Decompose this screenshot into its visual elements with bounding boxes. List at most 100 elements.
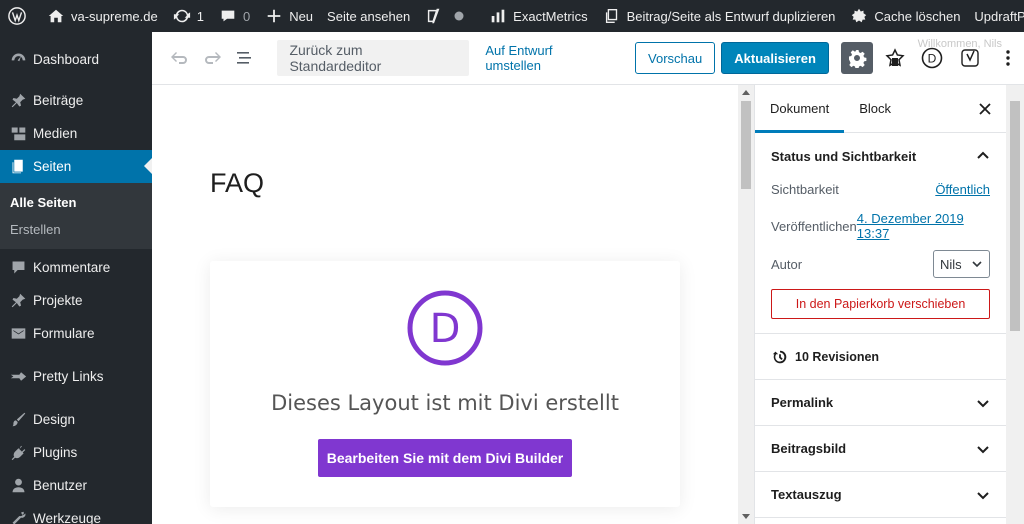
media-icon [8, 124, 28, 144]
author-row: Autor Nils [755, 249, 1006, 279]
exactmetrics-link[interactable]: ExactMetrics [481, 0, 594, 32]
cache-icon [849, 6, 869, 26]
menu-design[interactable]: Design [0, 403, 152, 436]
revisions-link[interactable]: 10 Revisionen [755, 334, 1006, 380]
menu-medien[interactable]: Medien [0, 117, 152, 150]
site-name-link[interactable]: va-supreme.de [39, 0, 165, 32]
star-pin-button[interactable] [879, 42, 911, 74]
post-title[interactable]: FAQ [210, 168, 264, 199]
menu-plugins[interactable]: Plugins [0, 436, 152, 469]
status-dot-icon [449, 6, 469, 26]
menu-kommentare[interactable]: Kommentare [0, 251, 152, 284]
dashboard-icon [8, 50, 28, 70]
gear-icon [848, 50, 867, 68]
new-content-link[interactable]: Neu [257, 0, 320, 32]
tab-block[interactable]: Block [844, 85, 906, 133]
excerpt-panel-toggle[interactable]: Textauszug [755, 472, 1006, 518]
move-to-trash-button[interactable]: In den Papierkorb verschieben [771, 289, 990, 319]
bar-chart-icon [488, 6, 508, 26]
svg-text:D: D [928, 52, 937, 66]
switch-to-draft-link[interactable]: Auf Entwurf umstellen [485, 43, 611, 73]
menu-beitraege[interactable]: Beiträge [0, 84, 152, 117]
author-select[interactable]: Nils [933, 250, 990, 278]
divi-builder-button[interactable]: Bearbeiten Sie mit dem Divi Builder [318, 439, 572, 477]
settings-sidebar: Dokument Block Status und Sichtbarkeit S… [754, 85, 1006, 524]
updraft-link[interactable]: UpdraftPlus [967, 0, 1024, 32]
visibility-row: Sichtbarkeit Öffentlich [755, 175, 1006, 203]
status-visibility-toggle[interactable]: Status und Sichtbarkeit [755, 133, 1006, 179]
settings-scrollbar[interactable] [1006, 85, 1024, 524]
scroll-thumb[interactable] [741, 101, 751, 189]
menu-pretty-links[interactable]: Pretty Links [0, 360, 152, 393]
close-icon[interactable] [978, 102, 992, 116]
wordpress-icon [7, 6, 27, 26]
author-label: Autor [771, 256, 803, 272]
submenu-erstellen[interactable]: Erstellen [0, 216, 152, 243]
menu-label: Beiträge [33, 93, 84, 108]
menu-label: Seiten [33, 159, 72, 174]
settings-button[interactable] [840, 42, 873, 74]
chevron-down-icon [972, 261, 982, 268]
tab-document[interactable]: Dokument [755, 85, 844, 133]
settings-scroll-thumb[interactable] [1010, 101, 1020, 331]
menu-separator [0, 76, 152, 84]
menu-label: Werkzeuge [33, 511, 102, 524]
mail-icon [8, 324, 28, 344]
brush-icon [8, 410, 28, 430]
menu-werkzeuge[interactable]: Werkzeuge [0, 502, 152, 524]
star-icon [885, 48, 905, 67]
menu-dashboard[interactable]: Dashboard [0, 43, 152, 76]
status-visibility-panel: Status und Sichtbarkeit Sichtbarkeit Öff… [755, 133, 1006, 334]
menu-seiten[interactable]: Seiten [0, 150, 152, 183]
greeting-text: Willkommen, Nils [917, 38, 1002, 50]
menu-label: Benutzer [33, 478, 88, 493]
comments-link[interactable]: 0 [211, 0, 257, 32]
cache-label: Cache löschen [874, 8, 961, 24]
panel-title: Permalink [771, 395, 834, 410]
menu-projekte[interactable]: Projekte [0, 284, 152, 317]
preview-button[interactable]: Vorschau [635, 42, 716, 74]
canvas-scrollbar[interactable] [738, 85, 754, 524]
yoast-icon [961, 49, 979, 67]
cache-link[interactable]: Cache löschen [842, 0, 967, 32]
menu-formulare[interactable]: Formulare [0, 317, 152, 350]
duplicate-link[interactable]: Beitrag/Seite als Entwurf duplizieren [595, 0, 843, 32]
divi-logo-icon: D [407, 290, 483, 366]
home-icon [46, 6, 66, 26]
update-button[interactable]: Aktualisieren [721, 42, 829, 74]
menu-label: Kommentare [33, 260, 111, 275]
view-site-link[interactable]: Seite ansehen [320, 0, 417, 32]
editor-toolbar: Zurück zum Standardeditor Auf Entwurf um… [152, 32, 1024, 85]
author-value: Nils [940, 256, 962, 272]
publish-date-link[interactable]: 4. Dezember 2019 13:37 [857, 211, 990, 241]
yoast-menu[interactable] [417, 0, 481, 32]
visibility-link[interactable]: Öffentlich [935, 182, 990, 197]
panel-title: Beitragsbild [771, 441, 847, 456]
plus-icon [264, 6, 284, 26]
redo-icon[interactable] [196, 42, 228, 74]
list-view-icon[interactable] [228, 42, 260, 74]
panel-title: Textauszug [771, 487, 842, 502]
scroll-down-arrow[interactable] [742, 514, 750, 519]
undo-icon[interactable] [164, 42, 196, 74]
classic-editor-button[interactable]: Zurück zum Standardeditor [277, 40, 470, 76]
pin-icon [8, 91, 28, 111]
featured-image-panel-toggle[interactable]: Beitragsbild [755, 426, 1006, 472]
divi-layout-message: Dieses Layout ist mit Divi erstellt [271, 391, 619, 415]
svg-text:D: D [430, 306, 461, 352]
revisions-label: 10 Revisionen [795, 349, 880, 364]
scroll-up-arrow[interactable] [742, 90, 750, 95]
menu-separator [0, 350, 152, 360]
duplicate-icon [602, 6, 622, 26]
admin-bar: va-supreme.de 1 0 Neu Seite ansehen Exac… [0, 0, 1024, 32]
publish-row: Veröffentlichen 4. Dezember 2019 13:37 [755, 203, 1006, 249]
settings-tabs: Dokument Block [755, 85, 1006, 133]
wp-logo-menu[interactable] [0, 0, 39, 32]
star-icon [8, 367, 28, 387]
yoast-icon [424, 6, 444, 26]
submenu-alle-seiten[interactable]: Alle Seiten [0, 189, 152, 216]
chevron-up-icon [977, 151, 989, 159]
updates-link[interactable]: 1 [165, 0, 211, 32]
menu-benutzer[interactable]: Benutzer [0, 469, 152, 502]
permalink-panel-toggle[interactable]: Permalink [755, 380, 1006, 426]
